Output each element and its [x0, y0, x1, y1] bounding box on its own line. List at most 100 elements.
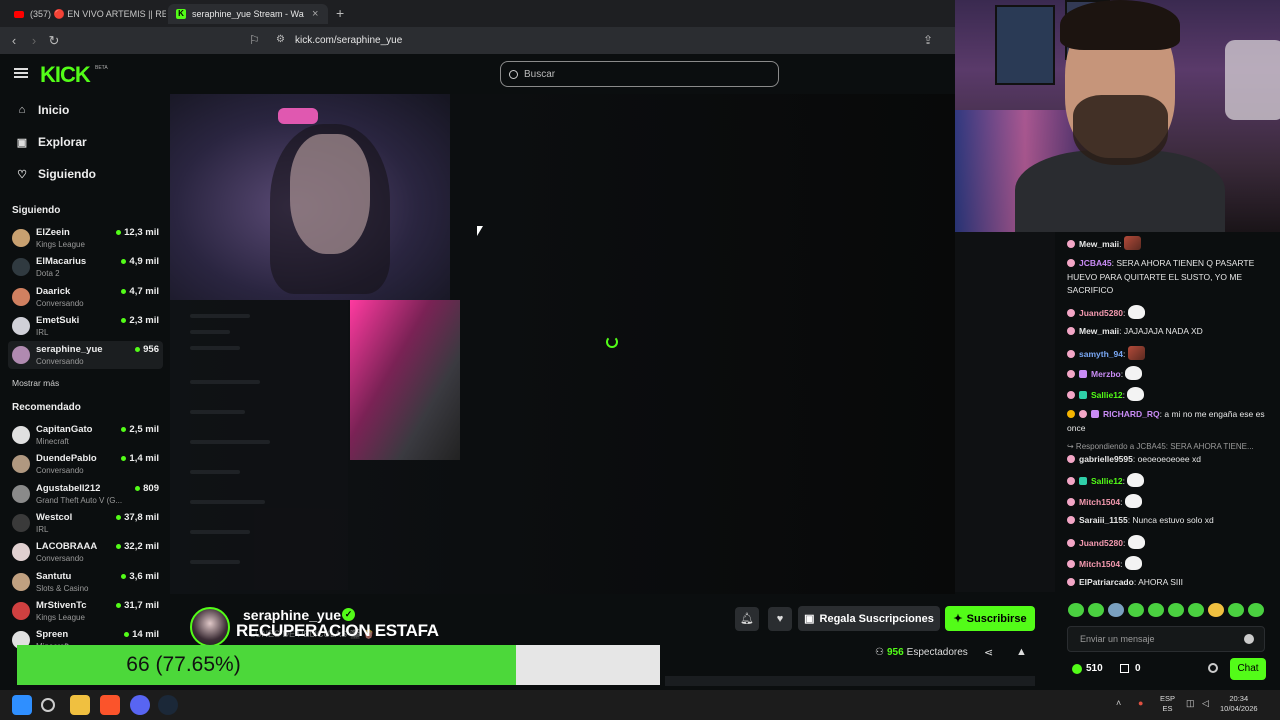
- chat-username[interactable]: Sallie12: [1091, 476, 1123, 486]
- wall-poster: [995, 5, 1055, 85]
- quick-emote-icon[interactable]: [1088, 603, 1104, 617]
- quick-emote-icon[interactable]: [1168, 603, 1184, 617]
- file-explorer-icon[interactable]: [70, 695, 90, 715]
- channel-item[interactable]: seraphine_yue Conversando 956: [8, 341, 163, 370]
- streamer-camera: [170, 94, 450, 300]
- chat-username[interactable]: Juand5280: [1079, 308, 1123, 318]
- chat-input-box[interactable]: [1067, 626, 1265, 652]
- quick-emote-icon[interactable]: [1208, 603, 1224, 617]
- chat-settings-icon[interactable]: [1208, 663, 1218, 673]
- chat-username[interactable]: Saraiii_1155: [1079, 515, 1128, 525]
- quick-emote-icon[interactable]: [1128, 603, 1144, 617]
- chat-message: gabrielle9595: oeoeoeoeoee xd: [1067, 453, 1267, 467]
- search-box[interactable]: [500, 61, 779, 87]
- steam-icon[interactable]: [158, 695, 178, 715]
- quick-emote-icon[interactable]: [1248, 603, 1264, 617]
- channel-item[interactable]: EmetSuki IRL 2,3 mil: [8, 312, 163, 340]
- search-taskbar-icon[interactable]: [41, 698, 55, 712]
- discord-icon[interactable]: [130, 695, 150, 715]
- chat-username[interactable]: Merzbo: [1091, 369, 1121, 379]
- report-icon[interactable]: ▲: [1016, 646, 1027, 658]
- share-page-icon[interactable]: ⇪: [923, 33, 933, 47]
- forward-icon[interactable]: ›: [24, 33, 44, 48]
- chat-username[interactable]: samyth_94: [1079, 349, 1123, 359]
- loading-spinner-icon: [606, 336, 618, 348]
- emoji-icon[interactable]: [1244, 634, 1254, 644]
- system-clock[interactable]: 20:34 10/04/2026: [1220, 694, 1258, 714]
- tray-chevron-icon[interactable]: ˄: [1116, 698, 1121, 708]
- beta-label: BETA: [95, 65, 108, 71]
- subscribe-button[interactable]: ✦ Suscribirse: [945, 606, 1035, 631]
- channel-item[interactable]: Daarick Conversando 4,7 mil: [8, 283, 163, 311]
- quick-emote-icon[interactable]: [1108, 603, 1124, 617]
- chat-username[interactable]: JCBA45: [1079, 258, 1112, 268]
- nav-siguiendo[interactable]: ♡ Siguiendo: [16, 167, 96, 181]
- chat-username[interactable]: Juand5280: [1079, 538, 1123, 548]
- nav-explorar[interactable]: ▣ Explorar: [16, 135, 87, 149]
- volume-icon[interactable]: ◁: [1202, 698, 1209, 709]
- brave-browser-icon[interactable]: [100, 695, 120, 715]
- chat-input[interactable]: [1080, 634, 1240, 644]
- kick-logo[interactable]: KICK: [40, 62, 91, 88]
- user-badge-icon: [1067, 370, 1075, 378]
- quick-emote-icon[interactable]: [1188, 603, 1204, 617]
- channel-points[interactable]: 510: [1072, 663, 1103, 674]
- mouse-cursor-icon: [477, 226, 483, 236]
- channel-item[interactable]: LACOBRAAA Conversando 32,2 mil: [8, 538, 163, 566]
- channel-name: Westcol: [36, 511, 73, 523]
- site-info-icon[interactable]: ⚙: [276, 34, 285, 45]
- channel-item[interactable]: ElZeein Kings League 12,3 mil: [8, 224, 163, 252]
- channel-item[interactable]: Agustabell212 Grand Theft Auto V (G... 809: [8, 480, 163, 508]
- share-icon[interactable]: ⋖: [984, 646, 993, 659]
- avatar: [12, 543, 30, 562]
- user-badge-icon: [1067, 240, 1075, 248]
- chat-username[interactable]: RICHARD_RQ: [1103, 409, 1160, 419]
- channel-item[interactable]: DuendePablo Conversando 1,4 mil: [8, 450, 163, 478]
- quick-emote-icon[interactable]: [1068, 603, 1084, 617]
- windows-start-icon[interactable]: [12, 695, 32, 715]
- chat-emote-icon: [1124, 494, 1142, 508]
- menu-icon[interactable]: [14, 68, 28, 78]
- tab-kick[interactable]: K seraphine_yue Stream - Watch ×: [168, 4, 328, 24]
- chat-username[interactable]: ElPatriarcado: [1079, 577, 1134, 587]
- gift-subs-button[interactable]: ▣ Regala Suscripciones: [798, 606, 940, 631]
- reload-icon[interactable]: ↻: [44, 33, 64, 49]
- chat-username[interactable]: Mitch1504: [1079, 559, 1120, 569]
- chat-send-button[interactable]: Chat: [1230, 658, 1266, 680]
- quick-emote-icon[interactable]: [1228, 603, 1244, 617]
- gift-count[interactable]: 0: [1120, 663, 1141, 674]
- chat-username[interactable]: Mitch1504: [1079, 497, 1120, 507]
- show-more-link[interactable]: Mostrar más: [12, 378, 59, 388]
- chat-username[interactable]: Sallie12: [1091, 390, 1123, 400]
- close-tab-icon[interactable]: ×: [312, 8, 318, 20]
- channel-viewers: 1,4 mil: [121, 453, 159, 464]
- channel-viewers: 956: [135, 344, 159, 355]
- search-input[interactable]: [524, 68, 764, 80]
- quick-emote-icon[interactable]: [1148, 603, 1164, 617]
- bookmark-icon[interactable]: ⚐: [249, 33, 260, 47]
- channel-item[interactable]: Santutu Slots & Casino 3,6 mil: [8, 568, 163, 596]
- tab-youtube[interactable]: (357) 🔴 EN VIVO ARTEMIS || REGRE: [6, 4, 166, 24]
- notification-bell-icon[interactable]: 🔔︎: [735, 607, 759, 631]
- cat-ears-headset: [278, 108, 318, 124]
- back-icon[interactable]: ‹: [4, 33, 24, 48]
- channel-item[interactable]: CapitanGato Minecraft 2,5 mil: [8, 421, 163, 449]
- network-icon[interactable]: ◫: [1186, 698, 1195, 709]
- follow-heart-icon[interactable]: ♥: [768, 607, 792, 631]
- chat-message: Saraiii_1155: Nunca estuvo solo xd: [1067, 514, 1267, 528]
- clock-date: 10/04/2026: [1220, 704, 1258, 713]
- channel-item[interactable]: MrStivenTc Kings League 31,7 mil: [8, 597, 163, 625]
- new-tab-button[interactable]: +: [336, 5, 344, 21]
- nav-inicio[interactable]: ⌂ Inicio: [16, 103, 70, 117]
- language-indicator[interactable]: ESP ES: [1160, 694, 1175, 714]
- chat-username[interactable]: gabrielle9595: [1079, 454, 1133, 464]
- chat-message: RICHARD_RQ: a mi no me engaña ese es onc…: [1067, 409, 1265, 433]
- url-field[interactable]: kick.com/seraphine_yue: [295, 35, 402, 46]
- chat-username[interactable]: Mew_maii: [1079, 326, 1119, 336]
- video-player[interactable]: [170, 94, 955, 594]
- channel-item[interactable]: ElMacarius Dota 2 4,9 mil: [8, 253, 163, 281]
- streamer-avatar[interactable]: [190, 607, 230, 647]
- channel-item[interactable]: Westcol IRL 37,8 mil: [8, 509, 163, 537]
- chat-username[interactable]: Mew_maii: [1079, 239, 1119, 249]
- tray-app-icon[interactable]: ●: [1138, 698, 1143, 708]
